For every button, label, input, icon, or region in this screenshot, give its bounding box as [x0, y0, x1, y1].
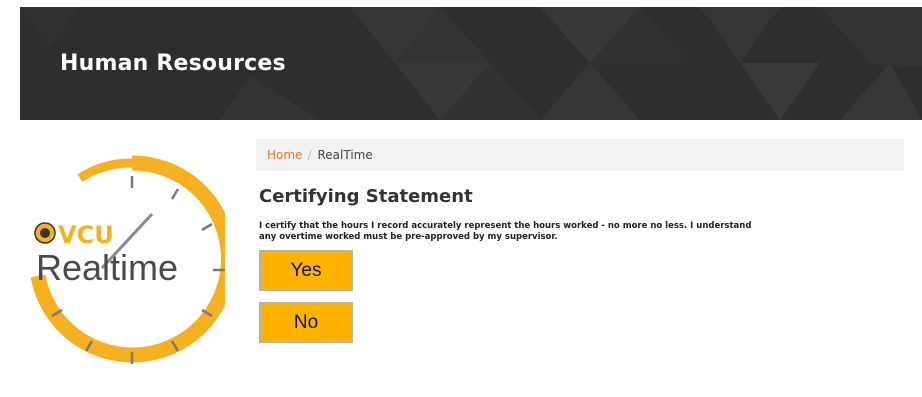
breadcrumb-current: RealTime: [317, 148, 373, 162]
site-header: Human Resources: [20, 7, 922, 120]
statement-title: Certifying Statement: [259, 186, 473, 207]
breadcrumb: Home / RealTime: [256, 139, 904, 171]
breadcrumb-home-link[interactable]: Home: [267, 148, 302, 162]
logo-brand-text: VCU: [58, 221, 114, 249]
statement-line-2: any overtime worked must be pre-approved…: [259, 232, 558, 242]
breadcrumb-separator: /: [307, 148, 312, 162]
statement-line-1: I certify that the hours I record accura…: [259, 221, 752, 231]
page-margin: [0, 0, 20, 397]
statement-text: I certify that the hours I record accura…: [259, 221, 859, 243]
logo-product-text: Realtime: [36, 247, 178, 288]
page-title: Human Resources: [60, 51, 286, 76]
vcu-realtime-logo: VCU Realtime: [20, 148, 236, 373]
no-button[interactable]: No: [259, 302, 353, 343]
yes-button[interactable]: Yes: [259, 250, 353, 291]
